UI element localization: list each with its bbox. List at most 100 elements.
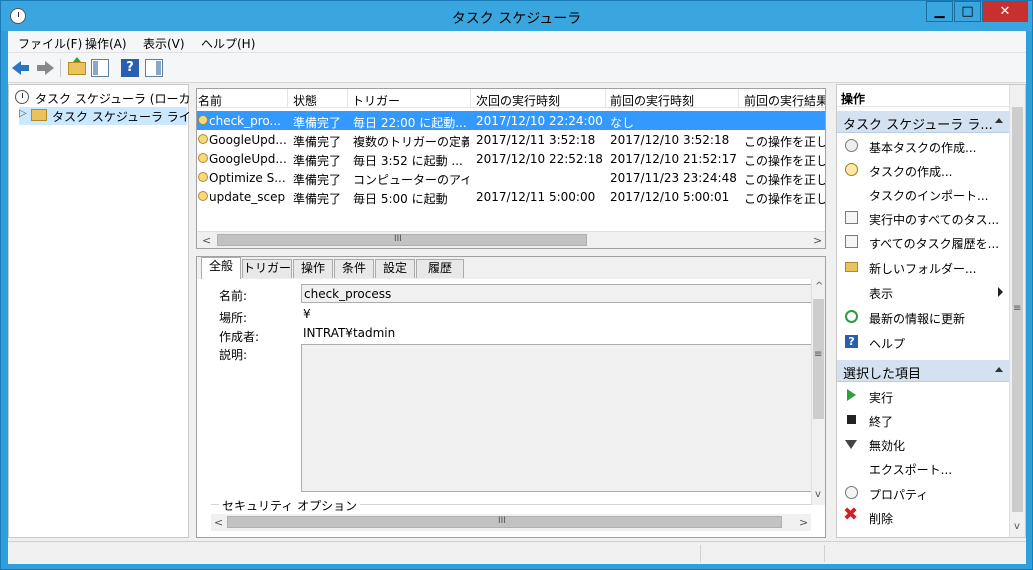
maximize-button[interactable]: □: [954, 1, 981, 22]
cell-next-run: 2017/12/11 3:52:18: [476, 133, 596, 147]
action-label: 実行中のすべてのタス...: [869, 213, 1000, 227]
collapse-icon[interactable]: [995, 118, 1003, 123]
scroll-thumb[interactable]: III: [227, 516, 782, 528]
details-hscrollbar[interactable]: < III >: [211, 514, 811, 531]
menu-help[interactable]: ヘルプ(H): [201, 35, 255, 52]
running-tasks-icon: [845, 211, 858, 224]
action-end[interactable]: 終了: [837, 408, 1009, 431]
task-icon: [198, 172, 208, 182]
name-field[interactable]: check_process: [301, 284, 813, 303]
menu-action[interactable]: 操作(A): [85, 35, 127, 52]
tab-actions[interactable]: 操作: [293, 259, 333, 278]
scroll-left-icon[interactable]: <: [202, 234, 211, 247]
help-icon[interactable]: ?: [121, 59, 139, 77]
scroll-down-icon[interactable]: v: [815, 489, 821, 500]
column-divider[interactable]: [605, 89, 606, 108]
action-properties[interactable]: プロパティ: [837, 481, 1009, 504]
action-delete[interactable]: ✖ 削除: [837, 505, 1009, 528]
action-label: 最新の情報に更新: [869, 312, 966, 326]
action-show-running-tasks[interactable]: 実行中のすべてのタス...: [837, 206, 1009, 229]
table-row[interactable]: Optimize S... 準備完了 コンピューターのアイド... 2017/1…: [197, 168, 825, 187]
minimize-button[interactable]: ▁: [926, 1, 953, 22]
column-header-last-run[interactable]: 前回の実行時刻: [610, 92, 738, 109]
scroll-down-icon[interactable]: v: [1014, 521, 1020, 532]
cell-last-result: この操作を正しく: [744, 173, 825, 187]
tab-conditions[interactable]: 条件: [334, 259, 374, 278]
menu-view[interactable]: 表示(V): [143, 35, 185, 52]
task-details-pane: 全般 トリガー 操作 条件 設定 履歴 名前: check_process 場所…: [196, 256, 826, 538]
scroll-right-icon[interactable]: >: [813, 234, 822, 247]
action-export[interactable]: エクスポート...: [837, 456, 1009, 479]
action-create-task[interactable]: タスクの作成...: [837, 158, 1009, 181]
task-list-hscrollbar[interactable]: < III >: [197, 231, 825, 248]
table-row[interactable]: GoogleUpd... 準備完了 毎日 3:52 に起動 ... 2017/1…: [197, 149, 825, 168]
column-header-name[interactable]: 名前: [198, 92, 283, 109]
folder-up-icon[interactable]: [68, 57, 86, 75]
scroll-thumb[interactable]: ≡: [1012, 107, 1023, 512]
cell-status: 準備完了: [293, 192, 342, 206]
column-header-next-run[interactable]: 次回の実行時刻: [476, 92, 604, 109]
action-view[interactable]: 表示: [837, 280, 1009, 303]
collapse-icon[interactable]: [995, 367, 1003, 372]
tab-history[interactable]: 履歴: [416, 259, 464, 278]
scroll-thumb[interactable]: ≡: [813, 299, 824, 419]
author-label: 作成者:: [219, 330, 260, 344]
forward-arrow-icon[interactable]: [36, 59, 54, 77]
tab-triggers[interactable]: トリガー: [242, 259, 292, 278]
scroll-right-icon[interactable]: >: [799, 516, 808, 529]
action-create-basic-task[interactable]: 基本タスクの作成...: [837, 134, 1009, 157]
show-actions-pane-icon[interactable]: [145, 59, 163, 77]
tree-expander-icon[interactable]: ▷: [19, 108, 27, 119]
app-window: タスク スケジューラ ▁ □ ✕ ファイル(F) 操作(A) 表示(V) ヘルプ…: [0, 0, 1033, 570]
column-divider[interactable]: [287, 89, 288, 108]
table-row[interactable]: update_scep 準備完了 毎日 5:00 に起動 2017/12/11 …: [197, 187, 825, 206]
cell-status: 準備完了: [293, 154, 342, 168]
actions-group-selected[interactable]: 選択した項目: [837, 360, 1009, 382]
action-new-folder[interactable]: 新しいフォルダー...: [837, 255, 1009, 278]
column-header-trigger[interactable]: トリガー: [352, 92, 470, 109]
navigation-tree[interactable]: タスク スケジューラ (ローカル) ▷ タスク スケジューラ ライブラリ: [8, 84, 227, 538]
title-bar[interactable]: タスク スケジューラ ▁ □ ✕: [1, 1, 1032, 31]
show-tree-icon[interactable]: [91, 59, 109, 77]
scroll-left-icon[interactable]: <: [214, 516, 223, 529]
menu-file[interactable]: ファイル(F): [18, 35, 82, 52]
task-list-header: 名前 状態 トリガー 次回の実行時刻 前回の実行時刻 前回の実行結果: [197, 89, 825, 109]
column-divider[interactable]: [738, 89, 739, 108]
cell-name: Optimize S...: [209, 171, 286, 185]
tab-settings[interactable]: 設定: [375, 259, 415, 278]
table-row[interactable]: check_pro... 準備完了 毎日 22:00 に起動... 2017/1…: [197, 111, 825, 130]
cell-name: check_pro...: [209, 114, 281, 128]
author-value: INTRAT¥tadmin: [303, 326, 396, 340]
action-import-task[interactable]: タスクのインポート...: [837, 182, 1009, 205]
action-enable-history[interactable]: すべてのタスク履歴を...: [837, 230, 1009, 253]
tree-item-root[interactable]: タスク スケジューラ (ローカル): [13, 89, 207, 107]
column-divider[interactable]: [470, 89, 471, 108]
column-divider[interactable]: [347, 89, 348, 108]
details-vscrollbar[interactable]: ^ ≡ v: [811, 279, 825, 505]
task-list[interactable]: 名前 状態 トリガー 次回の実行時刻 前回の実行時刻 前回の実行結果 check…: [196, 88, 826, 249]
cell-next-run: 2017/12/10 22:52:18: [476, 152, 603, 166]
action-label: 削除: [869, 512, 894, 526]
table-row[interactable]: GoogleUpd... 準備完了 複数のトリガーの定義 2017/12/11 …: [197, 130, 825, 149]
action-label: 無効化: [869, 439, 906, 453]
actions-group-library[interactable]: タスク スケジューラ ラ...: [837, 111, 1009, 133]
cell-last-run: 2017/11/23 23:24:48: [610, 171, 737, 185]
column-header-status[interactable]: 状態: [293, 92, 348, 109]
scroll-up-icon[interactable]: ^: [815, 281, 823, 292]
action-help[interactable]: ? ヘルプ: [837, 330, 1009, 353]
action-disable[interactable]: 無効化: [837, 432, 1009, 455]
actions-vscrollbar[interactable]: ≡ v: [1009, 85, 1025, 537]
description-field[interactable]: [301, 344, 813, 492]
action-label: すべてのタスク履歴を...: [869, 237, 1000, 251]
scroll-grip-icon: III: [498, 516, 506, 526]
action-refresh[interactable]: 最新の情報に更新: [837, 305, 1009, 328]
tab-general[interactable]: 全般: [201, 257, 241, 279]
column-header-last-result[interactable]: 前回の実行結果: [744, 92, 825, 109]
action-label: タスクのインポート...: [869, 189, 989, 203]
status-bar: [8, 541, 1026, 564]
tree-item-library[interactable]: ▷ タスク スケジューラ ライブラリ: [19, 107, 227, 125]
scroll-thumb[interactable]: III: [217, 234, 587, 246]
action-run[interactable]: 実行: [837, 384, 1009, 407]
back-arrow-icon[interactable]: [12, 59, 30, 77]
close-button[interactable]: ✕: [982, 1, 1028, 22]
